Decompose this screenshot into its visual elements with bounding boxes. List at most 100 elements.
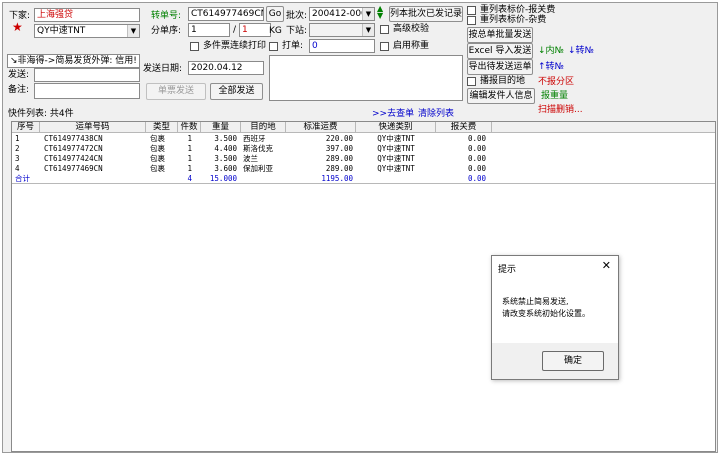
recalc-misc-checkbox[interactable]: 重列表标价-杂费	[467, 14, 546, 27]
cell-express-type: QY中速TNT	[377, 164, 415, 173]
batch-input[interactable]: 200412-000-0 ▼	[309, 7, 375, 21]
chevron-down-icon[interactable]: ▼	[362, 8, 374, 20]
list-count-label: 快件列表: 共4件	[8, 109, 74, 119]
batch-send-all-button[interactable]: 按总单批量发送	[467, 27, 533, 43]
split-separator: /	[233, 25, 237, 35]
cell-waybill: CT614977472CN	[44, 144, 103, 153]
col-filler	[492, 122, 715, 133]
send-label: 发送:	[8, 70, 30, 80]
go-button[interactable]: Go	[266, 6, 284, 22]
cell-seq: 3	[15, 154, 20, 163]
cell-express-type: QY中速TNT	[377, 154, 415, 163]
split-label: 分单序:	[151, 26, 182, 36]
chevron-down-icon[interactable]: ▼	[127, 25, 139, 37]
total-qty: 4	[187, 174, 192, 183]
col-express-type[interactable]: 快递类别	[356, 122, 436, 133]
no-zone-label: 不报分区	[538, 77, 575, 87]
send-input[interactable]	[34, 68, 140, 82]
transfer-no-up-arrow[interactable]: ↑转№	[538, 60, 564, 74]
col-freight[interactable]: 标准运费	[286, 122, 356, 133]
main-window: 下家: 上海强贷 ★ QY中速TNT ▼ 转单号: CT614977469CN …	[2, 2, 718, 453]
cell-weight: 3.500	[214, 154, 237, 163]
print-checkbox[interactable]: 打单:	[269, 40, 303, 53]
print-count-input[interactable]: 0	[309, 39, 375, 53]
excel-import-button[interactable]: Excel 导入发送	[467, 43, 533, 59]
total-weight: 15.000	[209, 174, 237, 183]
edit-sender-button[interactable]: 编辑发件人信息	[467, 88, 535, 104]
col-qty[interactable]: 件数	[178, 122, 201, 133]
split-total-input[interactable]: 1	[239, 23, 271, 37]
channel-select[interactable]: QY中速TNT ▼	[34, 24, 140, 38]
kg-label: KG	[269, 26, 282, 36]
multi-print-checkbox[interactable]: 多件票连续打印	[190, 40, 266, 53]
close-icon[interactable]: ✕	[602, 260, 611, 272]
station-select[interactable]: ▼	[309, 23, 375, 37]
cell-freight: 397.00	[325, 144, 353, 153]
dest-label: 播报目的地	[480, 76, 526, 86]
verify-checkbox[interactable]: 高级校验	[380, 23, 429, 36]
total-label: 合计	[15, 174, 30, 183]
col-type[interactable]: 类型	[146, 122, 178, 133]
table-total-row: 合计 4 15.000 1195.00 0.00	[12, 174, 715, 184]
clear-list-link[interactable]: 清除列表	[418, 107, 454, 121]
recalc-misc-label: 重列表标价-杂费	[480, 15, 547, 25]
ok-button[interactable]: 确定	[542, 351, 604, 371]
cell-customs-fee: 0.00	[467, 134, 486, 143]
spin-icon[interactable]: ▲ ▼	[377, 5, 383, 20]
receiver-input[interactable]: 上海强贷	[34, 8, 140, 22]
dialog-message-line1: 系统禁止简易发送,	[502, 297, 569, 306]
col-waybill[interactable]: 运单号码	[40, 122, 146, 133]
goto-check-link[interactable]: >>去查单	[372, 107, 414, 121]
alert-dialog: 提示 ✕ 系统禁止简易发送, 请改变系统初始化设置。 确定	[491, 255, 619, 380]
notes-textarea[interactable]	[269, 55, 463, 101]
verify-label: 高级校验	[393, 24, 430, 34]
col-destination[interactable]: 目的地	[241, 122, 286, 133]
dialog-footer: 确定	[492, 343, 618, 379]
split-current-input[interactable]: 1	[188, 23, 230, 37]
note-input[interactable]	[34, 83, 140, 99]
cell-customs-fee: 0.00	[467, 154, 486, 163]
forward-no-input[interactable]: CT614977469CN	[188, 7, 264, 21]
single-send-button[interactable]: 单票发送	[146, 83, 206, 100]
export-pending-button[interactable]: 导出待发送运单	[467, 59, 533, 75]
enable-weigh-checkbox[interactable]: 启用称重	[380, 40, 429, 53]
cell-type: 包裹	[150, 154, 165, 163]
forward-no-label: 转单号:	[151, 11, 182, 21]
note-label: 备注:	[8, 85, 30, 95]
channel-value: QY中速TNT	[37, 26, 86, 36]
cell-destination: 保加利亚	[243, 164, 273, 173]
cell-qty: 1	[187, 154, 192, 163]
dialog-message-line2: 请改变系统初始化设置。	[502, 309, 590, 318]
col-weight[interactable]: 重量	[201, 122, 241, 133]
print-label: 打单:	[282, 41, 304, 51]
date-label: 发送日期:	[143, 64, 183, 74]
cell-freight: 289.00	[325, 164, 353, 173]
cell-type: 包裹	[150, 134, 165, 143]
cell-qty: 1	[187, 144, 192, 153]
cell-waybill: CT614977438CN	[44, 134, 103, 143]
cell-customs-fee: 0.00	[467, 144, 486, 153]
cell-qty: 1	[187, 134, 192, 143]
total-customs-fee: 0.00	[467, 174, 486, 183]
cell-seq: 4	[15, 164, 20, 173]
cell-express-type: QY中速TNT	[377, 144, 415, 153]
cell-destination: 西班牙	[243, 134, 266, 143]
col-customs-fee[interactable]: 报关费	[436, 122, 492, 133]
cell-waybill: CT614977469CN	[44, 164, 103, 173]
star-icon: ★	[12, 20, 23, 34]
total-freight: 1195.00	[321, 174, 353, 183]
cell-weight: 3.600	[214, 164, 237, 173]
inbound-no-arrow[interactable]: ↓内№	[538, 44, 564, 58]
cell-weight: 3.500	[214, 134, 237, 143]
chevron-down-icon[interactable]: ▼	[362, 24, 374, 36]
date-input[interactable]: 2020.04.12	[188, 61, 264, 75]
mode-field[interactable]: ↘非海得->简易发货外弹: 信用!	[7, 54, 140, 68]
dest-checkbox[interactable]: 播报目的地	[467, 75, 525, 88]
cell-type: 包裹	[150, 144, 165, 153]
cell-freight: 220.00	[325, 134, 353, 143]
multi-print-label: 多件票连续打印	[203, 41, 267, 51]
col-seq[interactable]: 序号	[12, 122, 40, 133]
list-sent-button[interactable]: 列本批次已发记录	[389, 6, 463, 22]
transfer-no-down-arrow[interactable]: ↓转№	[568, 44, 594, 58]
send-all-button[interactable]: 全部发送	[210, 83, 263, 100]
